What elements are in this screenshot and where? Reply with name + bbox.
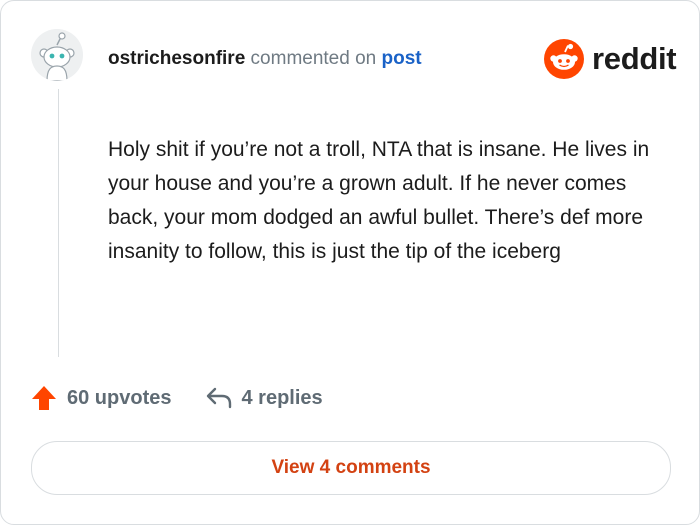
- user-avatar[interactable]: [31, 29, 83, 81]
- replies-count: 4 replies: [241, 386, 323, 409]
- reply-arrow-icon: [207, 387, 232, 409]
- upvote-button[interactable]: 60 upvotes: [31, 385, 171, 411]
- comment-body: Holy shit if you’re not a troll, NTA tha…: [108, 138, 650, 263]
- replies-button[interactable]: 4 replies: [205, 386, 323, 410]
- commented-on-text: commented on: [250, 48, 377, 69]
- comment-actions: 60 upvotes 4 replies: [31, 383, 323, 413]
- comment-card: ostrichesonfire commented on post reddit…: [0, 0, 700, 525]
- upvote-count: 60 upvotes: [67, 386, 172, 409]
- view-comments-button[interactable]: View 4 comments: [31, 441, 671, 495]
- thread-line: [58, 89, 59, 357]
- snoo-avatar-icon: [31, 29, 83, 81]
- username-link[interactable]: ostrichesonfire: [108, 48, 245, 69]
- comment-header: ostrichesonfire commented on post: [108, 47, 422, 71]
- reddit-logo[interactable]: reddit: [544, 39, 677, 79]
- post-link[interactable]: post: [382, 48, 422, 69]
- reddit-snoo-icon: [544, 39, 584, 79]
- upvote-arrow-icon: [32, 386, 56, 410]
- reddit-wordmark: reddit: [592, 41, 677, 76]
